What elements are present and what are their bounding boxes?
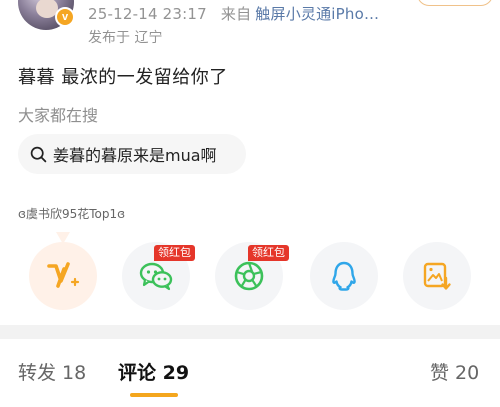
- qq-icon: [332, 261, 356, 291]
- hashtag-text[interactable]: ɞ虞书欣95花Top1ɞ: [18, 205, 125, 222]
- trending-search-caption: 大家都在搜: [18, 106, 99, 125]
- save-image-icon: [423, 262, 451, 290]
- trending-search-chip[interactable]: 姜暮的暮原来是mua啊: [18, 134, 246, 174]
- post-timestamp: 25-12-14 23:17: [88, 5, 207, 23]
- active-tab-indicator: [130, 393, 178, 397]
- post-location: 发布于 辽宁: [88, 30, 163, 46]
- post-source-link[interactable]: 触屏小灵通iPho…: [255, 5, 379, 23]
- follow-button[interactable]: [417, 0, 493, 6]
- weibo-post-detail: v 25-12-14 23:17 来自 触屏小灵通iPho… 发布于 辽宁 暮暮 最…: [0, 0, 500, 407]
- tab-comments[interactable]: 评论 29: [118, 358, 189, 385]
- qq-share-button[interactable]: [310, 242, 378, 310]
- wechat-icon: [139, 262, 173, 291]
- section-divider: [0, 325, 500, 339]
- weibo-v-plus-icon: [47, 262, 80, 288]
- moments-icon: [234, 261, 264, 291]
- tab-reposts[interactable]: 转发 18: [18, 358, 86, 385]
- weibo-share-button[interactable]: [29, 242, 97, 310]
- save-image-button[interactable]: [403, 242, 471, 310]
- post-meta: 25-12-14 23:17 来自 触屏小灵通iPho…: [88, 3, 379, 24]
- tab-likes[interactable]: 赞 20: [430, 358, 479, 385]
- verified-badge-icon: v: [55, 7, 75, 27]
- search-icon: [30, 146, 47, 162]
- post-text: 暮暮 最浓的一发留给你了: [18, 67, 228, 88]
- red-packet-badge: 领红包: [248, 245, 289, 261]
- source-prefix: 来自: [220, 5, 252, 23]
- red-packet-badge: 领红包: [154, 245, 195, 261]
- trending-search-text: 姜暮的暮原来是mua啊: [53, 146, 217, 165]
